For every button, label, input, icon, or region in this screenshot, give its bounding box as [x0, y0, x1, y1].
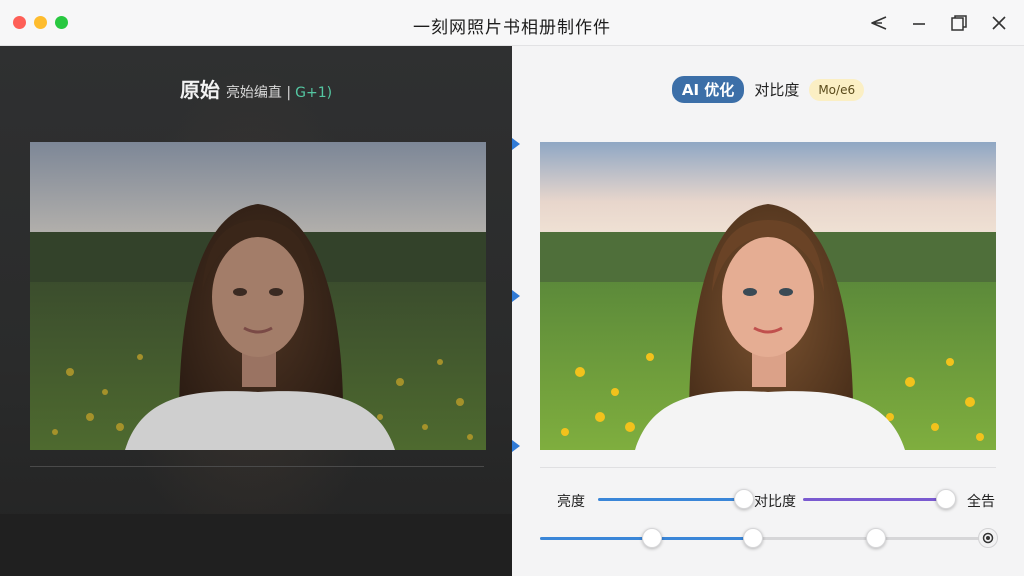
bottom-slider-thumb-1[interactable]: [642, 528, 662, 548]
title-bar: 一刻网照片书相册制作件: [0, 0, 1024, 46]
contrast-slider-thumb[interactable]: [936, 489, 956, 509]
left-divider: [30, 466, 484, 467]
original-subtitle: 亮始编直 |: [225, 85, 292, 101]
split-handle-bottom[interactable]: [512, 440, 520, 452]
share-icon[interactable]: [866, 10, 892, 36]
original-panel-header: 原始 亮始编直 | G+1): [0, 74, 512, 103]
settings-icon[interactable]: [978, 528, 998, 548]
split-handle-middle[interactable]: [512, 290, 520, 302]
all-label: 全告: [967, 494, 995, 510]
original-subtitle-accent: G+1): [295, 85, 333, 101]
minimize-icon[interactable]: [906, 10, 932, 36]
right-divider: [540, 467, 996, 468]
contrast-track-fill: [803, 498, 947, 501]
split-handle-top[interactable]: [512, 138, 520, 150]
original-panel-footer: [0, 514, 512, 576]
restore-icon[interactable]: [946, 10, 972, 36]
original-title: 原始: [179, 78, 220, 102]
original-panel: 原始 亮始编直 | G+1): [0, 46, 512, 576]
original-photo: [30, 142, 486, 450]
more-badge[interactable]: Mo/e6: [809, 78, 865, 101]
bottom-slider-thumb-3[interactable]: [866, 528, 886, 548]
bottom-slider-thumb-2[interactable]: [743, 528, 763, 548]
brightness-label: 亮度: [557, 494, 585, 510]
ai-optimize-badge[interactable]: AI 优化: [671, 76, 745, 103]
optimization-badges: AI 优化 对比度 Mo/e6: [512, 76, 1024, 103]
contrast-badge[interactable]: 对比度: [750, 79, 803, 100]
close-icon[interactable]: [986, 10, 1012, 36]
optimized-photo: [540, 142, 996, 450]
contrast-label: 对比度: [754, 494, 796, 510]
brightness-track-fill: [598, 498, 744, 501]
brightness-slider-thumb[interactable]: [734, 489, 754, 509]
